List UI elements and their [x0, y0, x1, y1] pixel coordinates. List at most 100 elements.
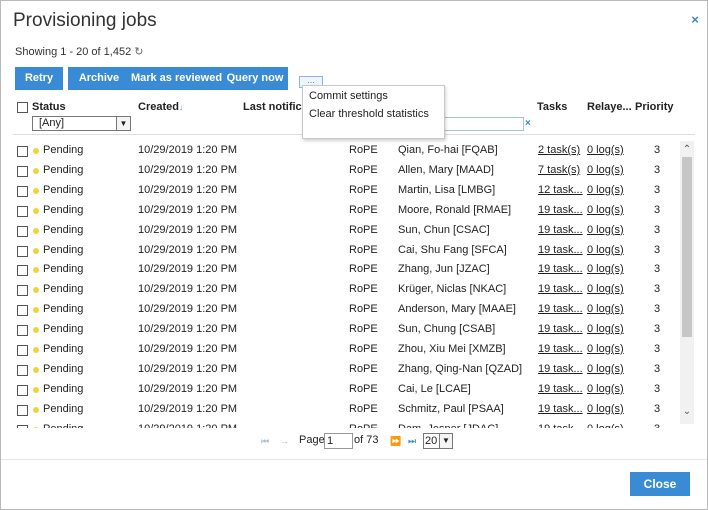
select-all-checkbox[interactable] [17, 102, 28, 113]
row-checkbox[interactable] [17, 325, 28, 337]
refresh-icon[interactable]: ↻ [134, 46, 143, 58]
table-row[interactable]: Pending 10/29/2019 1:20 PM RoPE Krüger, Nic… [13, 280, 679, 299]
tasks-link[interactable]: 19 task... [538, 360, 584, 379]
tasks-link[interactable]: 19 task... [538, 380, 584, 399]
logs-link[interactable]: 0 log(s) [587, 241, 627, 260]
previous-page-icon[interactable]: → [280, 436, 289, 446]
row-checkbox[interactable] [17, 384, 28, 396]
page-size-select[interactable]: 20 ▼ [423, 433, 453, 449]
table-row[interactable]: Pending 10/29/2019 1:20 PM RoPE Martin, Lis… [13, 181, 679, 200]
status-cell: Pending [43, 362, 84, 375]
tasks-link[interactable]: 19 task... [538, 420, 584, 428]
pending-status-icon [33, 207, 39, 214]
user-cell: Moore, Ronald [RMAE] [398, 203, 512, 216]
table-row[interactable]: Pending 10/29/2019 1:20 PM RoPE Allen, Mary… [13, 161, 679, 180]
tasks-link[interactable]: 19 task... [538, 300, 584, 319]
grid-scrollbar[interactable]: ⌃ ⌄ [680, 141, 694, 424]
table-row[interactable]: Pending 10/29/2019 1:20 PM RoPE Dam, Jesper… [13, 420, 679, 428]
row-checkbox[interactable] [17, 305, 28, 317]
logs-link[interactable]: 0 log(s) [587, 260, 627, 279]
logs-link[interactable]: 0 log(s) [587, 380, 627, 399]
scroll-thumb[interactable] [682, 157, 692, 337]
jobs-grid: Pending 10/29/2019 1:20 PM RoPE Qian, Fo-ha… [13, 141, 679, 428]
table-row[interactable]: Pending 10/29/2019 1:20 PM RoPE Schmitz, Pa… [13, 400, 679, 419]
column-header-tasks[interactable]: Tasks [537, 101, 567, 113]
row-checkbox[interactable] [17, 345, 28, 356]
row-checkbox[interactable] [17, 404, 28, 416]
logs-link[interactable]: 0 log(s) [587, 181, 627, 200]
logs-link[interactable]: 0 log(s) [587, 141, 627, 160]
logs-link[interactable]: 0 log(s) [587, 420, 627, 428]
user-cell: Cai, Le [LCAE] [398, 382, 471, 395]
row-checkbox[interactable] [17, 146, 28, 157]
priority-cell: 3 [654, 303, 661, 316]
column-header-relayed[interactable]: Relaye... [587, 101, 632, 113]
tasks-link[interactable]: 19 task... [538, 241, 584, 260]
table-row[interactable]: Pending 10/29/2019 1:20 PM RoPE Sun, Chung … [13, 320, 679, 339]
menu-item-commit-settings[interactable]: Commit settings [309, 90, 439, 103]
tasks-link[interactable]: 19 task... [538, 201, 584, 220]
row-checkbox[interactable] [17, 185, 28, 197]
scroll-down-icon[interactable]: ⌄ [680, 405, 694, 419]
logs-link[interactable]: 0 log(s) [587, 320, 627, 339]
user-cell: Schmitz, Paul [PSAA] [398, 402, 504, 415]
tasks-link[interactable]: 7 task(s) [538, 161, 584, 180]
table-row[interactable]: Pending 10/29/2019 1:20 PM RoPE Qian, Fo-ha… [13, 141, 679, 160]
row-checkbox[interactable] [17, 265, 28, 277]
table-row[interactable]: Pending 10/29/2019 1:20 PM RoPE Anderson, M… [13, 300, 679, 319]
status-cell: Pending [43, 323, 84, 336]
status-cell: Pending [43, 382, 84, 395]
tasks-link[interactable]: 2 task(s) [538, 141, 584, 160]
close-icon[interactable]: × [689, 13, 701, 26]
user-filter-input[interactable] [441, 117, 524, 131]
tasks-link[interactable]: 19 task... [538, 320, 584, 339]
table-row[interactable]: Pending 10/29/2019 1:20 PM RoPE Cai, Le [LC… [13, 380, 679, 399]
type-cell: RoPE [349, 163, 378, 176]
tasks-link[interactable]: 19 task... [538, 400, 584, 419]
tasks-link[interactable]: 12 task... [538, 181, 584, 200]
logs-link[interactable]: 0 log(s) [587, 400, 627, 419]
table-row[interactable]: Pending 10/29/2019 1:20 PM RoPE Zhang, Jun … [13, 260, 679, 279]
row-checkbox[interactable] [17, 364, 28, 376]
table-row[interactable]: Pending 10/29/2019 1:20 PM RoPE Sun, Chun [… [13, 221, 679, 240]
column-header-status[interactable]: Status [32, 101, 66, 113]
table-row[interactable]: Pending 10/29/2019 1:20 PM RoPE Moore, Rona… [13, 201, 679, 220]
tasks-link[interactable]: 19 task... [538, 340, 584, 359]
row-checkbox[interactable] [17, 225, 28, 237]
menu-item-clear-threshold-statistics[interactable]: Clear threshold statistics [309, 108, 439, 121]
row-checkbox[interactable] [17, 245, 28, 257]
logs-link[interactable]: 0 log(s) [587, 300, 627, 319]
retry-button[interactable]: Retry [15, 67, 63, 90]
row-checkbox[interactable] [17, 285, 28, 297]
scroll-up-icon[interactable]: ⌃ [680, 143, 694, 157]
logs-link[interactable]: 0 log(s) [587, 161, 627, 180]
close-button[interactable]: Close [630, 472, 690, 496]
clear-filter-icon[interactable]: × [525, 118, 531, 129]
row-checkbox[interactable] [17, 424, 28, 428]
table-row[interactable]: Pending 10/29/2019 1:20 PM RoPE Cai, Shu Fa… [13, 241, 679, 260]
tasks-link[interactable]: 19 task... [538, 221, 584, 240]
logs-link[interactable]: 0 log(s) [587, 221, 627, 240]
mark-as-reviewed-button[interactable]: Mark as reviewed [120, 67, 233, 90]
tasks-link[interactable]: 19 task... [538, 260, 584, 279]
tasks-link[interactable]: 19 task... [538, 280, 584, 299]
pending-status-icon [33, 386, 39, 393]
type-cell: RoPE [349, 362, 378, 375]
table-row[interactable]: Pending 10/29/2019 1:20 PM RoPE Zhou, Xiu M… [13, 340, 679, 359]
row-checkbox[interactable] [17, 165, 28, 177]
logs-link[interactable]: 0 log(s) [587, 340, 627, 359]
next-page-icon[interactable]: ⏩ [390, 436, 401, 447]
logs-link[interactable]: 0 log(s) [587, 280, 627, 299]
logs-link[interactable]: 0 log(s) [587, 360, 627, 379]
query-now-button[interactable]: Query now [222, 67, 288, 90]
column-header-last-notification[interactable]: Last notifica [243, 101, 308, 113]
column-header-priority[interactable]: Priority [635, 101, 674, 113]
page-number-input[interactable]: 1 [324, 433, 353, 449]
last-page-icon[interactable]: ⏭ [408, 436, 416, 447]
logs-link[interactable]: 0 log(s) [587, 201, 627, 220]
table-row[interactable]: Pending 10/29/2019 1:20 PM RoPE Zhang, Qing… [13, 360, 679, 379]
row-checkbox[interactable] [17, 205, 28, 217]
column-header-created[interactable]: Created↓ [138, 101, 183, 113]
status-filter-select[interactable]: [Any] ▼ [32, 116, 131, 131]
first-page-icon[interactable]: ⏮ [261, 436, 269, 447]
